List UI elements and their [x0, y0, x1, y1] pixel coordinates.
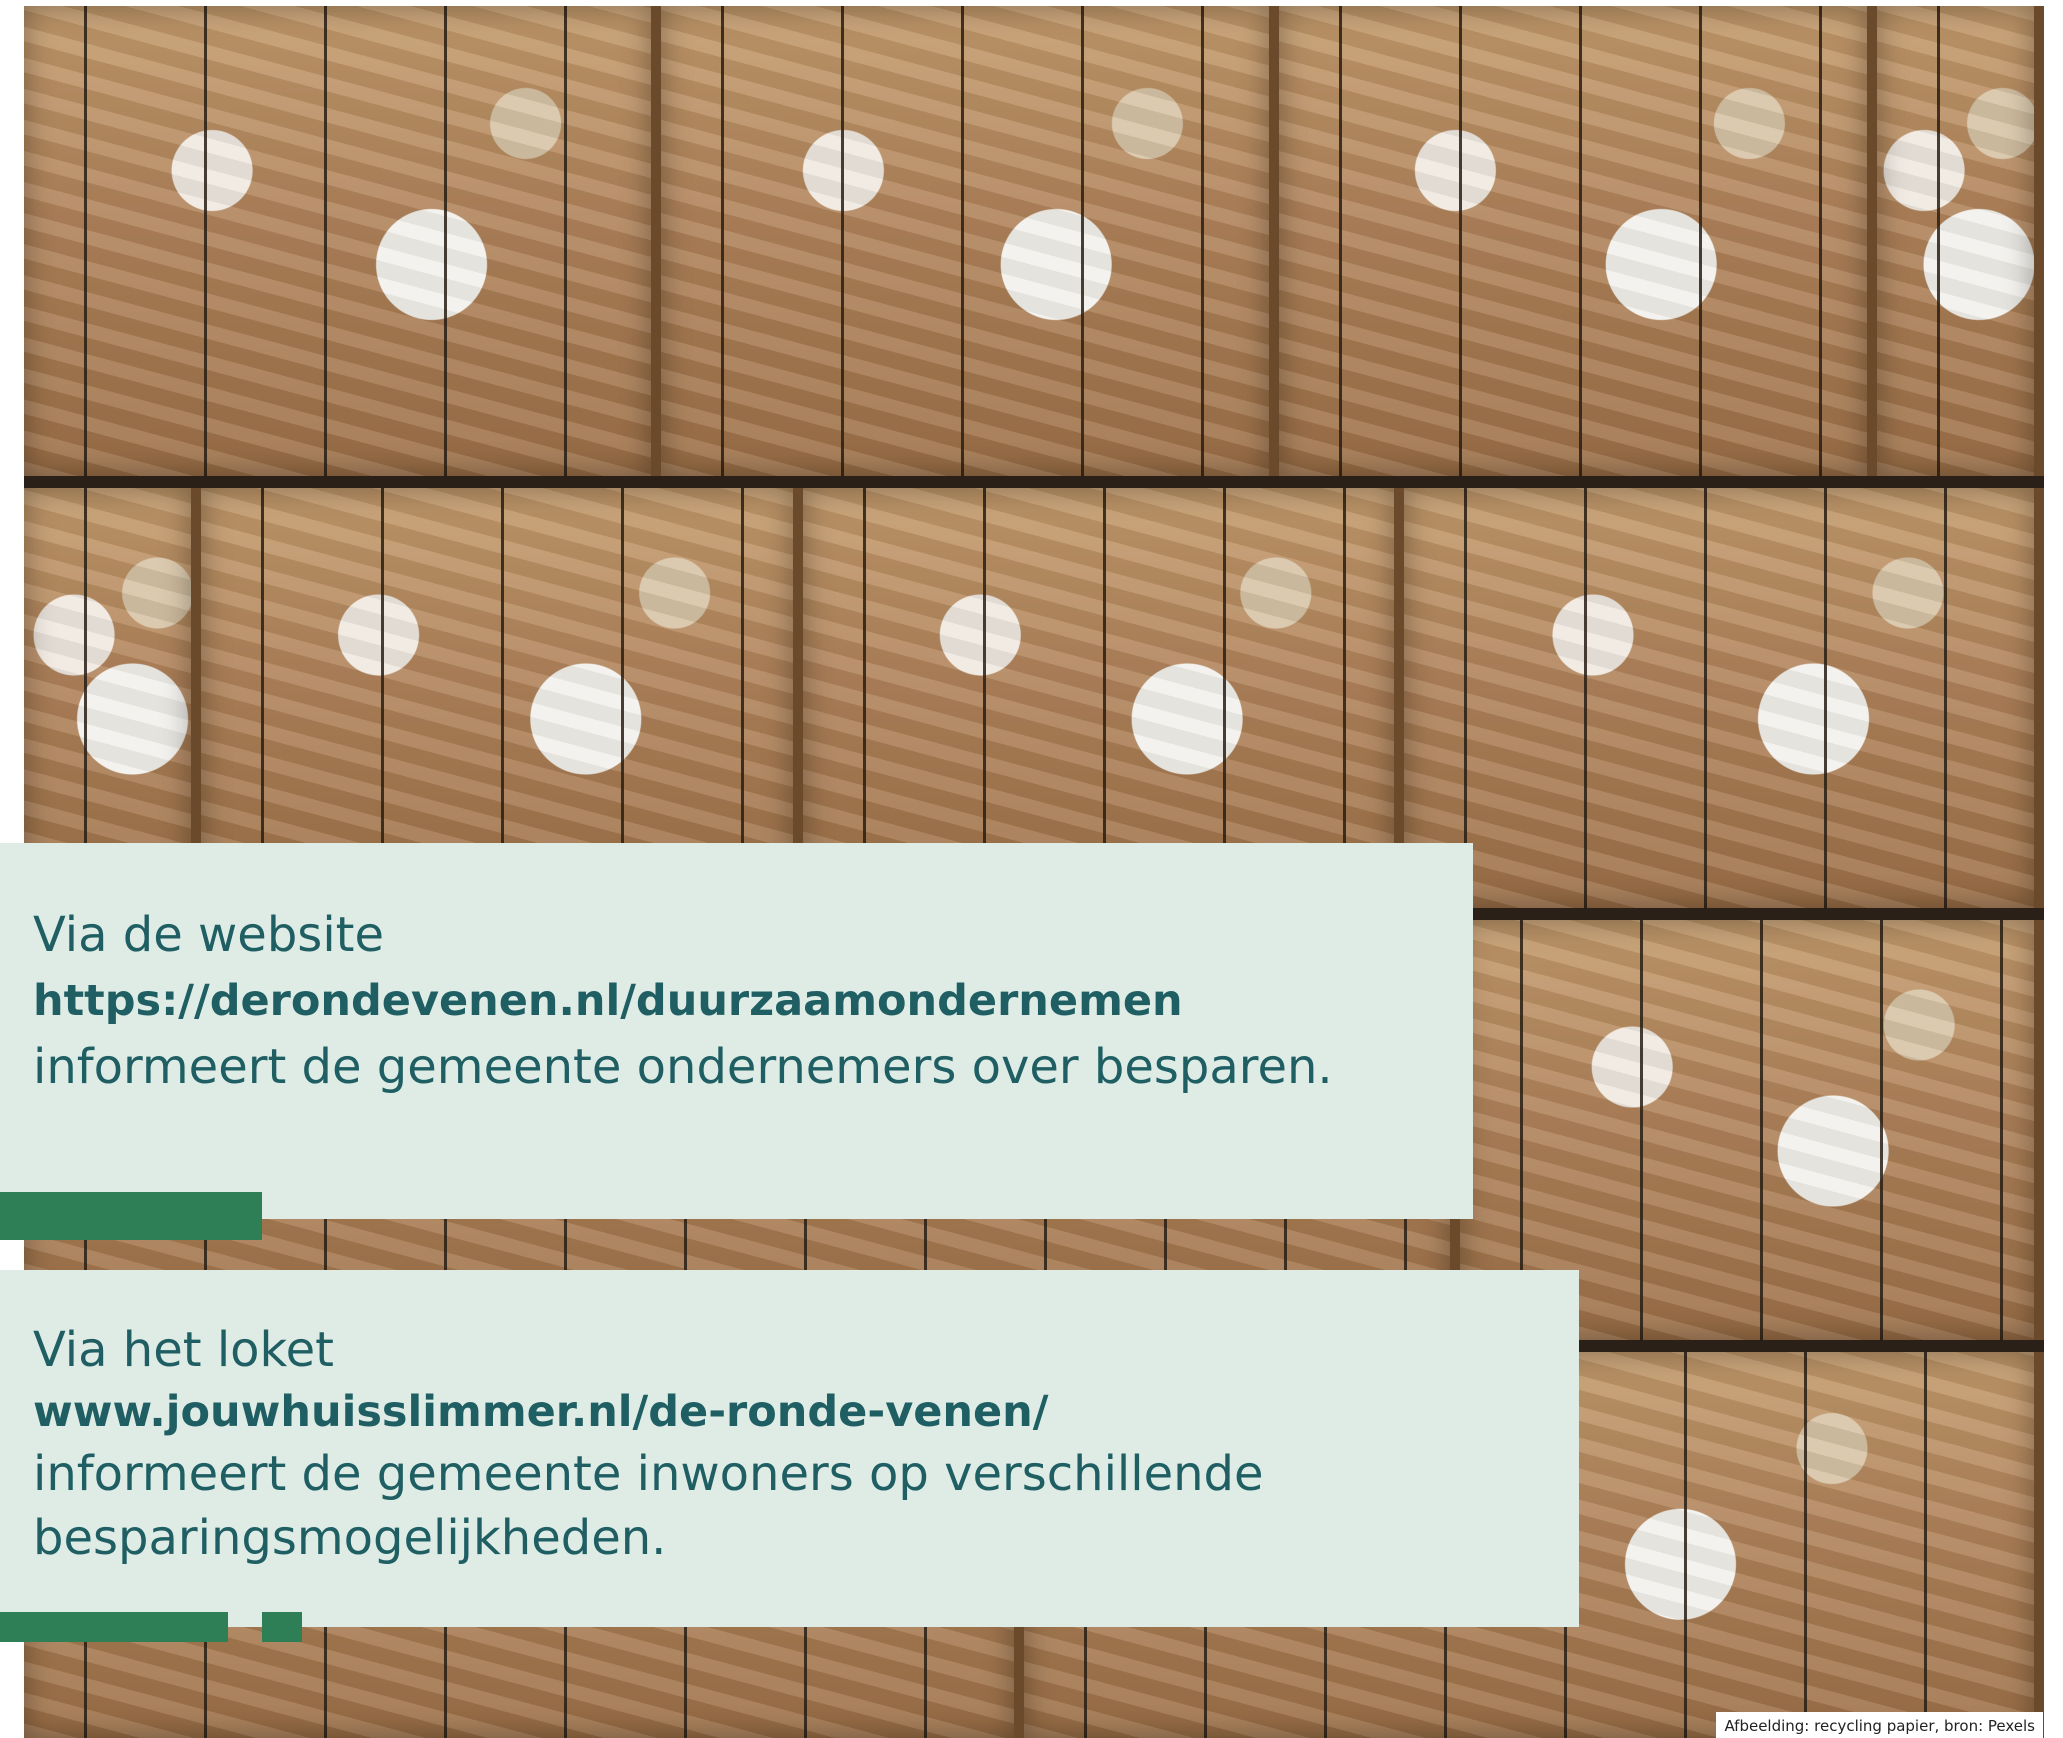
bale-gap: [24, 476, 2044, 488]
website-url-link[interactable]: https://derondevenen.nl/duurzaamondernem…: [33, 967, 1333, 1035]
image-credit-caption: Afbeelding: recycling papier, bron: Pexe…: [1716, 1712, 2043, 1738]
website-accent-bar: [0, 1192, 262, 1240]
website-info-panel: Via de website https://derondevenen.nl/d…: [0, 843, 1473, 1219]
website-info-text: Via de website https://derondevenen.nl/d…: [33, 903, 1333, 1099]
website-description: informeert de gemeente ondernemers over …: [33, 1039, 1333, 1095]
loket-description-line-1: informeert de gemeente inwoners op versc…: [33, 1446, 1264, 1502]
loket-heading: Via het loket: [33, 1322, 334, 1378]
paper-bale: [24, 6, 652, 476]
loket-accent-block: [262, 1612, 302, 1642]
paper-bale: [1403, 488, 2035, 908]
loket-description-line-2: besparingsmogelijkheden.: [33, 1510, 667, 1566]
paper-bale: [1279, 6, 1868, 476]
paper-bale: [1877, 6, 2034, 476]
loket-info-text: Via het loket www.jouwhuisslimmer.nl/de-…: [33, 1318, 1264, 1570]
loket-accent-bar: [0, 1612, 228, 1642]
website-heading: Via de website: [33, 907, 384, 963]
loket-url-link[interactable]: www.jouwhuisslimmer.nl/de-ronde-venen/: [33, 1382, 1264, 1442]
page: Via de website https://derondevenen.nl/d…: [0, 0, 2063, 1738]
paper-bale: [661, 6, 1270, 476]
loket-info-panel: Via het loket www.jouwhuisslimmer.nl/de-…: [0, 1270, 1579, 1627]
bale-row-top: [24, 6, 2044, 476]
